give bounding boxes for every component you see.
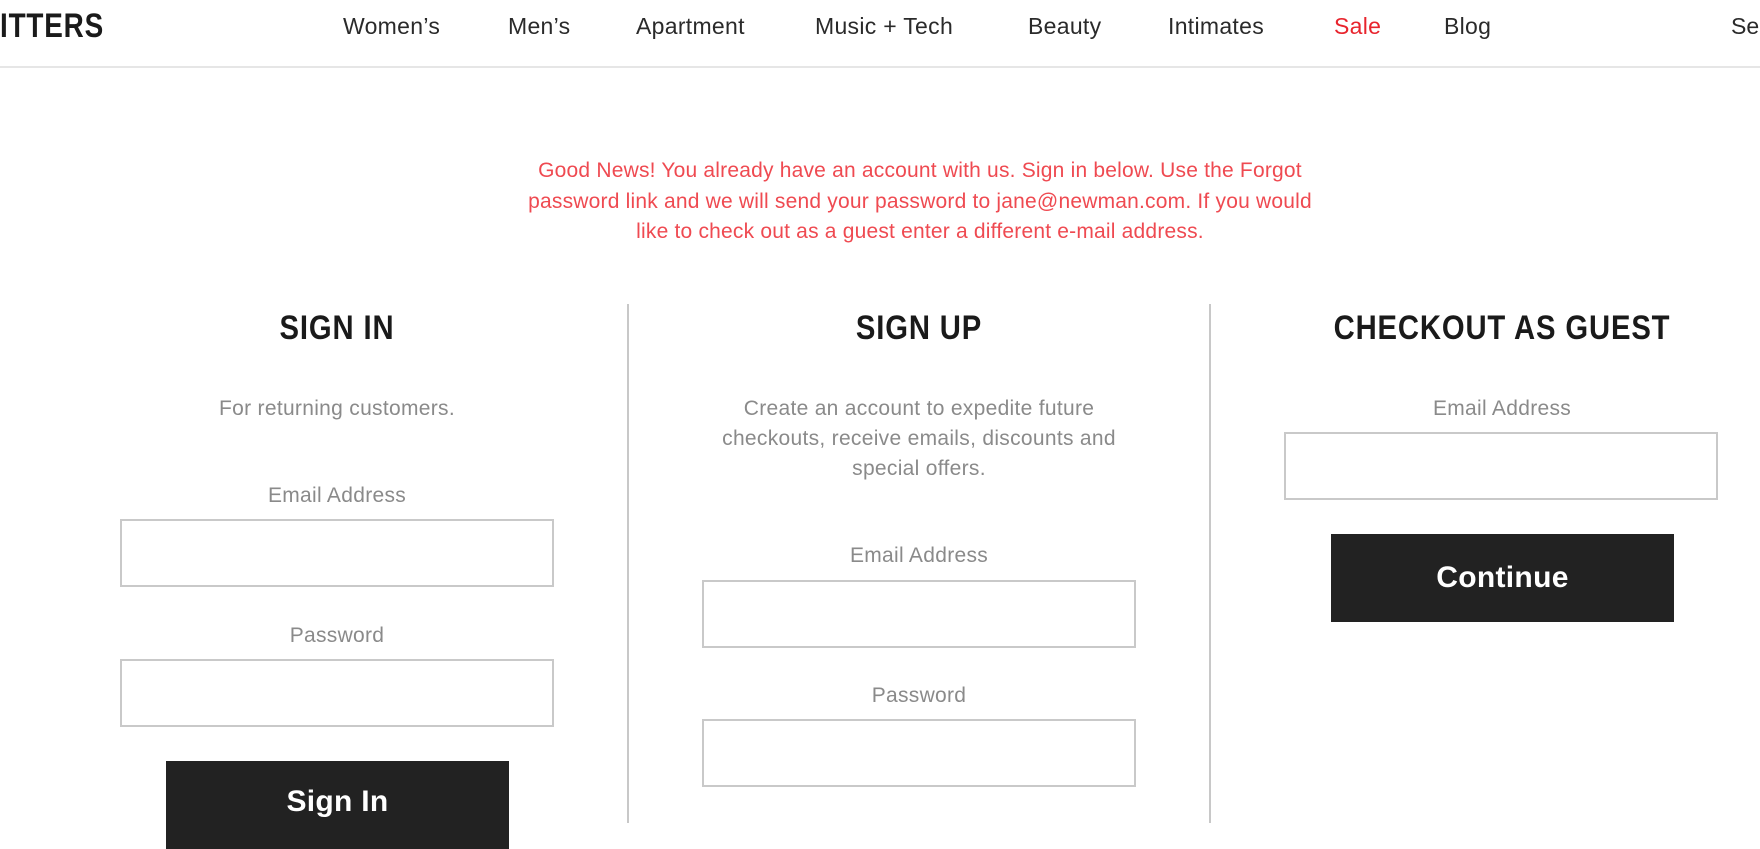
notice-line: Good News! You already have an account w…: [538, 159, 1302, 182]
sign-up-email-label: Email Address: [849, 544, 989, 567]
sign-in-description-text: For returning customers.: [219, 397, 455, 420]
guest-checkout-title: CHECKOUT AS GUEST: [1333, 309, 1671, 347]
nav-item-beauty[interactable]: Beauty: [1028, 13, 1101, 40]
sign-up-section: SIGN UP Create an account to expedite fu…: [629, 300, 1209, 823]
sign-in-email-input[interactable]: [120, 519, 554, 587]
main-nav: Women’s Men’s Apartment Music + Tech Bea…: [0, 0, 1760, 54]
nav-item-womens[interactable]: Women’s: [343, 13, 440, 40]
nav-item-mens[interactable]: Men’s: [508, 13, 570, 40]
sign-up-description-line: special offers.: [852, 457, 986, 480]
sign-in-password-label: Password: [289, 624, 385, 647]
sign-up-description: Create an account to expedite future che…: [629, 394, 1209, 484]
search-link[interactable]: Se: [1731, 13, 1759, 40]
nav-item-blog[interactable]: Blog: [1444, 13, 1491, 40]
sign-in-button[interactable]: Sign In: [166, 761, 509, 849]
nav-item-intimates[interactable]: Intimates: [1168, 13, 1264, 40]
account-exists-notice: Good News! You already have an account w…: [470, 156, 1370, 248]
nav-item-apartment[interactable]: Apartment: [636, 13, 745, 40]
nav-item-sale[interactable]: Sale: [1334, 13, 1381, 40]
sign-in-password-input[interactable]: [120, 659, 554, 727]
guest-email-label: Email Address: [1432, 397, 1572, 420]
site-header: ITTERS Women’s Men’s Apartment Music + T…: [0, 0, 1760, 68]
sign-in-description: For returning customers.: [47, 394, 627, 424]
sign-in-section: SIGN IN For returning customers. Email A…: [47, 300, 627, 849]
notice-line: like to check out as a guest enter a dif…: [636, 220, 1204, 243]
column-divider: [1209, 304, 1211, 823]
continue-button[interactable]: Continue: [1331, 534, 1674, 622]
sign-up-password-input[interactable]: [702, 719, 1136, 787]
guest-email-input[interactable]: [1284, 432, 1718, 500]
sign-in-title: SIGN IN: [279, 309, 395, 347]
sign-up-description-line: Create an account to expedite future: [743, 397, 1095, 420]
guest-checkout-section: CHECKOUT AS GUEST Email Address Continue: [1212, 300, 1760, 823]
sign-up-description-line: checkouts, receive emails, discounts and: [722, 427, 1116, 450]
nav-item-music-tech[interactable]: Music + Tech: [815, 13, 953, 40]
sign-in-email-label: Email Address: [267, 484, 407, 507]
sign-up-email-input[interactable]: [702, 580, 1136, 648]
sign-up-password-label: Password: [871, 684, 967, 707]
notice-line: password link and we will send your pass…: [528, 189, 1312, 213]
sign-up-title: SIGN UP: [855, 309, 983, 347]
